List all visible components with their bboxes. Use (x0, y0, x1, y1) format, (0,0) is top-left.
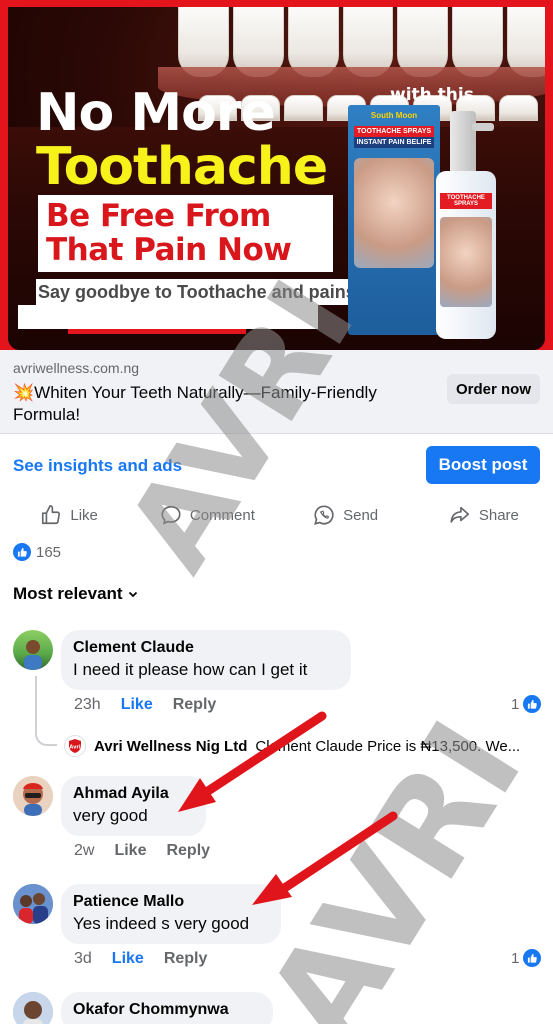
ad-title-text: Whiten Your Teeth Naturally—Family-Frien… (13, 383, 377, 424)
reaction-count: 165 (36, 543, 62, 561)
avatar[interactable] (13, 630, 53, 670)
thumbs-up-icon (42, 505, 61, 525)
comment-author[interactable]: Clement Claude (73, 638, 339, 658)
bottle-body: TOOTHACHE SPRAYS (436, 171, 496, 339)
ad-promo-line2: That Pain Now (46, 232, 292, 268)
bottle-nozzle (450, 111, 476, 171)
comment-bubble[interactable]: Clement Claude I need it please how can … (61, 630, 351, 690)
comment-time: 23h (74, 696, 101, 713)
reply-text: Clement Claude Price is ₦13,500. We... (255, 737, 521, 755)
avatar[interactable] (13, 992, 53, 1024)
share-arrow-icon (450, 506, 469, 523)
product-brand: South Moon (370, 111, 418, 120)
comment-reply-button[interactable]: Reply (166, 842, 210, 860)
boost-post-button[interactable]: Boost post (426, 446, 540, 484)
ad-title[interactable]: 💥Whiten Your Teeth Naturally—Family-Frie… (13, 382, 433, 426)
send-action-button[interactable]: Send (277, 496, 415, 534)
comment-bubble[interactable]: Okafor Chommynwa (61, 992, 273, 1024)
like-reaction-icon (13, 543, 31, 561)
share-action-button[interactable]: Share (415, 496, 553, 534)
comment-reply-button[interactable]: Reply (173, 696, 217, 714)
comment-author[interactable]: Patience Mallo (73, 892, 269, 912)
comment-sort-dropdown[interactable]: Most relevant (13, 584, 138, 604)
ad-image[interactable]: No More Toothache Be Free From That Pain… (0, 0, 553, 350)
ad-promo-line1: Be Free From (46, 198, 271, 234)
reply-preview[interactable]: Avri Avri Wellness Nig Ltd Clement Claud… (64, 735, 539, 757)
reaction-summary[interactable]: 165 (13, 543, 61, 561)
see-insights-link[interactable]: See insights and ads (13, 456, 182, 476)
comment-reply-button[interactable]: Reply (164, 950, 208, 968)
like-reaction-icon (523, 695, 542, 713)
avri-logo-icon: Avri (64, 735, 86, 757)
comment-like-count[interactable]: 1 (511, 695, 542, 713)
avatar[interactable] (13, 776, 53, 816)
comment-time: 2w (74, 842, 95, 859)
sort-label: Most relevant (13, 584, 123, 603)
comment-meta: 2w Like Reply (74, 842, 210, 860)
like-action-button[interactable]: Like (0, 496, 138, 534)
svg-text:Avri: Avri (69, 745, 80, 751)
comment-like-button[interactable]: Like (114, 842, 146, 860)
comment-text: I need it please how can I get it (73, 660, 308, 679)
comment-bubble[interactable]: Ahmad Ayila very good (61, 776, 206, 836)
comment-text: very good (73, 806, 148, 825)
order-now-button[interactable]: Order now (447, 374, 540, 404)
product-box-image: South Moon TOOTHACHE SPRAYS INSTANT PAIN… (348, 105, 440, 335)
explosion-emoji-icon: 💥 (13, 383, 35, 402)
comment-meta: 23h Like Reply (74, 696, 216, 714)
post-action-bar: Like Comment Send Share (0, 496, 553, 534)
bottle-nozzle-arm (472, 123, 494, 131)
comment-author[interactable]: Okafor Chommynwa (73, 1000, 261, 1020)
like-action-label: Like (70, 506, 98, 524)
comment-text: Yes indeed s very good (73, 914, 250, 933)
bottle-label: TOOTHACHE SPRAYS (440, 193, 492, 209)
product-label: TOOTHACHE SPRAYS (354, 126, 434, 137)
ad-headline-line2: Toothache (36, 137, 328, 197)
ad-red-underline (68, 329, 246, 334)
ad-link-footer[interactable]: avriwellness.com.ng 💥Whiten Your Teeth N… (0, 350, 553, 433)
spray-bottle-image: TOOTHACHE SPRAYS (436, 111, 496, 339)
reply-thread-line (35, 676, 57, 746)
send-action-label: Send (343, 506, 379, 524)
comment-action-label: Comment (189, 506, 255, 524)
ad-promo-box: Be Free From That Pain Now (38, 195, 333, 272)
divider (0, 433, 553, 434)
comment-time: 3d (74, 950, 92, 967)
comment-like-button[interactable]: Like (112, 950, 144, 968)
avatar[interactable] (13, 884, 53, 924)
ad-headline-line1: No More (36, 83, 276, 143)
chevron-down-icon (128, 591, 137, 598)
comment-author[interactable]: Ahmad Ayila (73, 784, 194, 804)
ad-tagline-blank (18, 305, 318, 329)
whatsapp-icon (314, 505, 334, 525)
ad-image-inner: No More Toothache Be Free From That Pain… (8, 7, 545, 350)
reply-author[interactable]: Avri Wellness Nig Ltd (94, 738, 247, 755)
comment-meta: 3d Like Reply (74, 950, 207, 968)
comment-action-button[interactable]: Comment (138, 496, 276, 534)
bottle-face-illustration (440, 217, 492, 307)
share-action-label: Share (478, 506, 519, 524)
comment-bubble-icon (161, 505, 181, 525)
ad-with-this: with this (390, 85, 474, 105)
comment-bubble[interactable]: Patience Mallo Yes indeed s very good (61, 884, 281, 944)
comment-like-count[interactable]: 1 (511, 949, 542, 967)
product-face-illustration (354, 158, 434, 268)
product-sublabel: INSTANT PAIN BELIFE (354, 137, 434, 148)
like-reaction-icon (523, 949, 542, 967)
comment-like-button[interactable]: Like (121, 696, 153, 714)
